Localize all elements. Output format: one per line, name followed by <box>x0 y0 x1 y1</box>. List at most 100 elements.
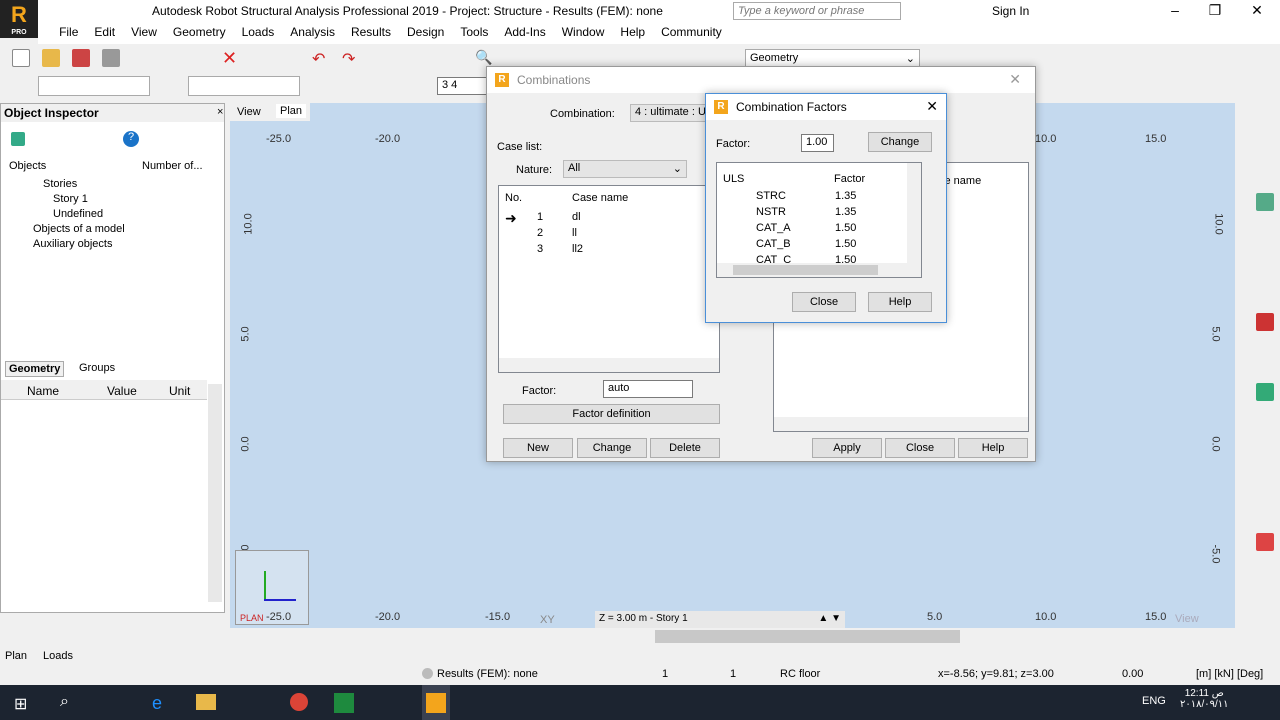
explorer-icon[interactable] <box>196 694 216 710</box>
tree-icon[interactable] <box>11 132 25 146</box>
factors-vertical-scrollbar[interactable] <box>907 163 921 263</box>
factors-horizontal-scrollbar[interactable] <box>717 263 921 277</box>
uls-factor[interactable]: 1.35 <box>835 190 856 202</box>
menu-file[interactable]: File <box>51 22 86 42</box>
help-icon[interactable]: ? <box>123 131 139 147</box>
close-button[interactable]: Close <box>792 292 856 312</box>
bar-icon[interactable] <box>1256 193 1274 211</box>
search-icon[interactable]: ⌕ <box>60 693 69 711</box>
delete-button[interactable]: Delete <box>650 438 720 458</box>
close-button[interactable]: Close <box>885 438 955 458</box>
uls-name[interactable]: CAT_B <box>756 238 791 250</box>
clock[interactable]: 12:11 ص ٢٠١٨/٠٩/١١ <box>1180 688 1229 710</box>
undo-icon[interactable]: ↶ <box>312 49 330 68</box>
redo-icon[interactable]: ↷ <box>342 49 360 68</box>
new-button[interactable]: New <box>503 438 573 458</box>
tab-plan-bottom[interactable]: Plan <box>5 650 27 662</box>
edge-icon[interactable]: e <box>152 693 172 713</box>
close-icon[interactable]: ✕ <box>1009 71 1021 88</box>
tab-plan[interactable]: Plan <box>276 104 307 118</box>
tab-geometry[interactable]: Geometry <box>5 361 65 377</box>
case-list-scrollbar[interactable] <box>499 358 719 372</box>
nature-select[interactable]: All ⌄ <box>563 160 687 178</box>
change-button[interactable]: Change <box>868 132 932 152</box>
story-level-selector[interactable]: Z = 3.00 m - Story 1 ▲ ▼ <box>595 611 845 628</box>
uls-name[interactable]: STRC <box>756 190 786 202</box>
factor-input[interactable]: 1.00 <box>801 134 834 152</box>
filter-combo[interactable] <box>188 76 300 96</box>
object-inspector: Object Inspector × ? Objects Number of..… <box>0 103 225 613</box>
tab-loads-bottom[interactable]: Loads <box>43 650 73 662</box>
apply-button[interactable]: Apply <box>812 438 882 458</box>
uls-factor[interactable]: 1.35 <box>835 206 856 218</box>
menu-loads[interactable]: Loads <box>234 22 283 42</box>
case-no[interactable]: 1 <box>537 211 543 223</box>
case-no[interactable]: 3 <box>537 243 543 255</box>
start-icon[interactable]: ⊞ <box>14 694 27 714</box>
case-name[interactable]: ll2 <box>572 243 583 255</box>
tick-label: 10.0 <box>242 213 255 235</box>
tab-groups[interactable]: Groups <box>79 362 115 374</box>
close-icon[interactable]: ✕ <box>926 98 938 115</box>
close-inspector-icon[interactable]: × <box>217 106 223 118</box>
menu-help[interactable]: Help <box>612 22 653 42</box>
factor-input[interactable]: auto <box>603 380 693 398</box>
menu-addins[interactable]: Add-Ins <box>496 22 553 42</box>
factor-definition-button[interactable]: Factor definition <box>503 404 720 424</box>
chrome-icon[interactable] <box>290 693 308 711</box>
menu-tools[interactable]: Tools <box>452 22 496 42</box>
change-button[interactable]: Change <box>577 438 647 458</box>
menu-design[interactable]: Design <box>399 22 452 42</box>
tree-stories[interactable]: Stories <box>43 178 77 190</box>
case-list[interactable]: No. Case name ➜ 1 dl 2 ll 3 ll2 <box>498 185 720 373</box>
open-icon[interactable] <box>42 49 60 67</box>
menu-analysis[interactable]: Analysis <box>282 22 343 42</box>
menu-community[interactable]: Community <box>653 22 730 42</box>
load-icon[interactable] <box>1256 533 1274 551</box>
uls-factor[interactable]: 1.50 <box>835 238 856 250</box>
print-icon[interactable] <box>102 49 120 67</box>
new-file-icon[interactable] <box>12 49 30 67</box>
selection-field[interactable]: 3 4 <box>437 77 487 95</box>
uls-name[interactable]: NSTR <box>756 206 786 218</box>
menu-view[interactable]: View <box>123 22 165 42</box>
right-list-scrollbar[interactable] <box>774 417 1028 431</box>
menu-window[interactable]: Window <box>554 22 613 42</box>
inspector-scrollbar[interactable] <box>208 384 222 602</box>
delete-icon[interactable]: ✕ <box>222 49 240 67</box>
app-logo[interactable]: R PRO <box>0 0 38 38</box>
camtasia-icon[interactable] <box>334 693 354 713</box>
section-icon[interactable] <box>1256 313 1274 331</box>
menu-geometry[interactable]: Geometry <box>165 22 234 42</box>
tab-view[interactable]: View <box>237 106 261 118</box>
support-icon[interactable] <box>1256 383 1274 401</box>
case-name[interactable]: dl <box>572 211 581 223</box>
combination-factors-dialog: R Combination Factors ✕ Factor: 1.00 Chang… <box>705 93 947 323</box>
tree-story-1[interactable]: Story 1 <box>53 193 88 205</box>
uls-factor[interactable]: 1.50 <box>835 222 856 234</box>
tree-undefined[interactable]: Undefined <box>53 208 103 220</box>
minimize-button[interactable]: – <box>1160 2 1190 18</box>
tree-auxiliary[interactable]: Auxiliary objects <box>33 238 112 250</box>
robot-app-icon[interactable] <box>426 693 446 713</box>
zoom-icon[interactable]: 🔍 <box>475 49 493 67</box>
sign-in-button[interactable]: Sign In <box>992 4 1029 18</box>
menu-results[interactable]: Results <box>343 22 399 42</box>
save-icon[interactable] <box>72 49 90 67</box>
status-units[interactable]: [m] [kN] [Deg] <box>1196 668 1263 680</box>
uls-name[interactable]: CAT_A <box>756 222 791 234</box>
maximize-button[interactable]: ❐ <box>1200 2 1230 19</box>
help-button[interactable]: Help <box>868 292 932 312</box>
factors-list[interactable]: ULS Factor STRC 1.35 NSTR 1.35 CAT_A 1.50 CAT_… <box>716 162 922 278</box>
case-name[interactable]: ll <box>572 227 577 239</box>
help-search-input[interactable]: Type a keyword or phrase <box>733 2 901 20</box>
help-button[interactable]: Help <box>958 438 1028 458</box>
close-window-button[interactable]: ✕ <box>1242 2 1272 19</box>
language-indicator[interactable]: ENG <box>1142 695 1166 707</box>
tree-objects-model[interactable]: Objects of a model <box>33 223 125 235</box>
case-no[interactable]: 2 <box>537 227 543 239</box>
selection-combo[interactable] <box>38 76 150 96</box>
tick-label: -20.0 <box>375 611 401 623</box>
menu-edit[interactable]: Edit <box>86 22 123 42</box>
view-horizontal-scrollbar[interactable] <box>655 630 960 643</box>
